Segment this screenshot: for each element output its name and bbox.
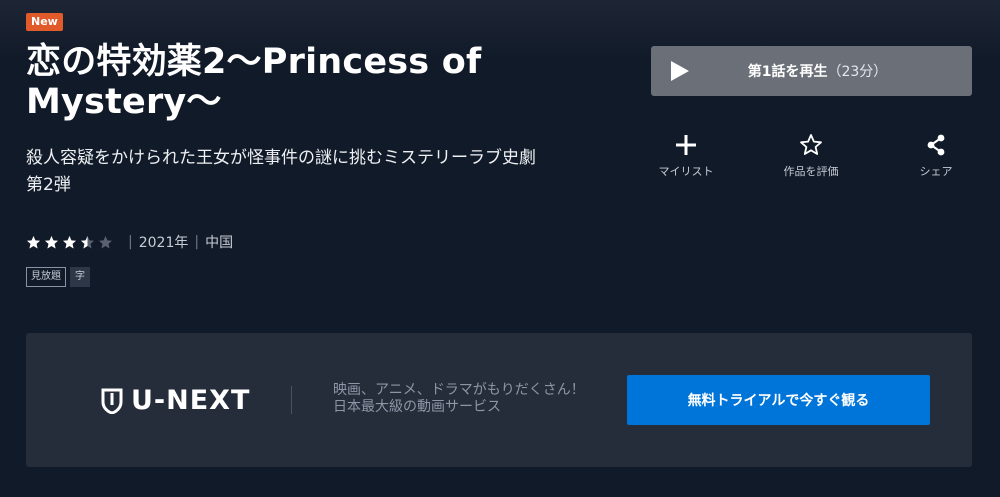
rate-label: 作品を評価 [783,165,839,178]
star-full-icon [63,235,76,248]
new-badge: New [26,13,63,31]
star-outline-icon [800,134,822,155]
unext-logo: U-NEXT [101,385,250,416]
share-icon [927,134,945,156]
play-episode-button[interactable]: 第1話を再生（23分） [651,46,972,96]
logo-text: U-NEXT [131,385,251,416]
play-duration: （23分） [827,64,888,80]
play-button-label: 第1話を再生（23分） [651,61,972,81]
meta-row: | 2021年 | 中国 [26,232,233,252]
tag-list: 見放題 字 [26,267,90,287]
star-half-icon [81,235,94,248]
title-detail-page: New 恋の特効薬2～Princess of Mystery～ 殺人容疑をかけら… [0,0,1000,497]
free-trial-button[interactable]: 無料トライアルで今すぐ観る [627,375,930,425]
country: 中国 [205,235,234,251]
share-button[interactable]: シェア [891,133,981,179]
promo-divider [291,386,292,414]
promo-line-1: 映画、アニメ、ドラマがもりだくさん！ [333,382,585,398]
mylist-label: マイリスト [658,165,714,178]
unext-shield-icon [101,388,123,414]
rate-button[interactable]: 作品を評価 [766,133,856,179]
synopsis: 殺人容疑をかけられた王女が怪事件の謎に挑むミステリーラブ史劇第2弾 [26,148,536,195]
meta-separator: | [128,234,133,250]
mylist-button[interactable]: マイリスト [641,133,731,179]
plus-icon [676,135,696,155]
promo-copy: 映画、アニメ、ドラマがもりだくさん！ 日本最大級の動画サービス [333,382,593,416]
play-label-text: 第1話を再生 [747,64,828,80]
promo-panel: U-NEXT 映画、アニメ、ドラマがもりだくさん！ 日本最大級の動画サービス 無… [26,333,972,467]
rating-stars [26,235,116,250]
release-year: 2021年 [138,235,189,251]
star-empty-icon [99,235,112,248]
tag-subtitle: 字 [70,267,90,287]
star-full-icon [27,235,40,248]
page-title: 恋の特効薬2～Princess of Mystery～ [26,42,482,122]
play-icon [671,61,689,81]
share-label: シェア [919,165,953,178]
star-full-icon [45,235,58,248]
tag-unlimited: 見放題 [26,267,66,287]
promo-line-2: 日本最大級の動画サービス [333,399,501,415]
meta-separator: | [194,234,200,250]
